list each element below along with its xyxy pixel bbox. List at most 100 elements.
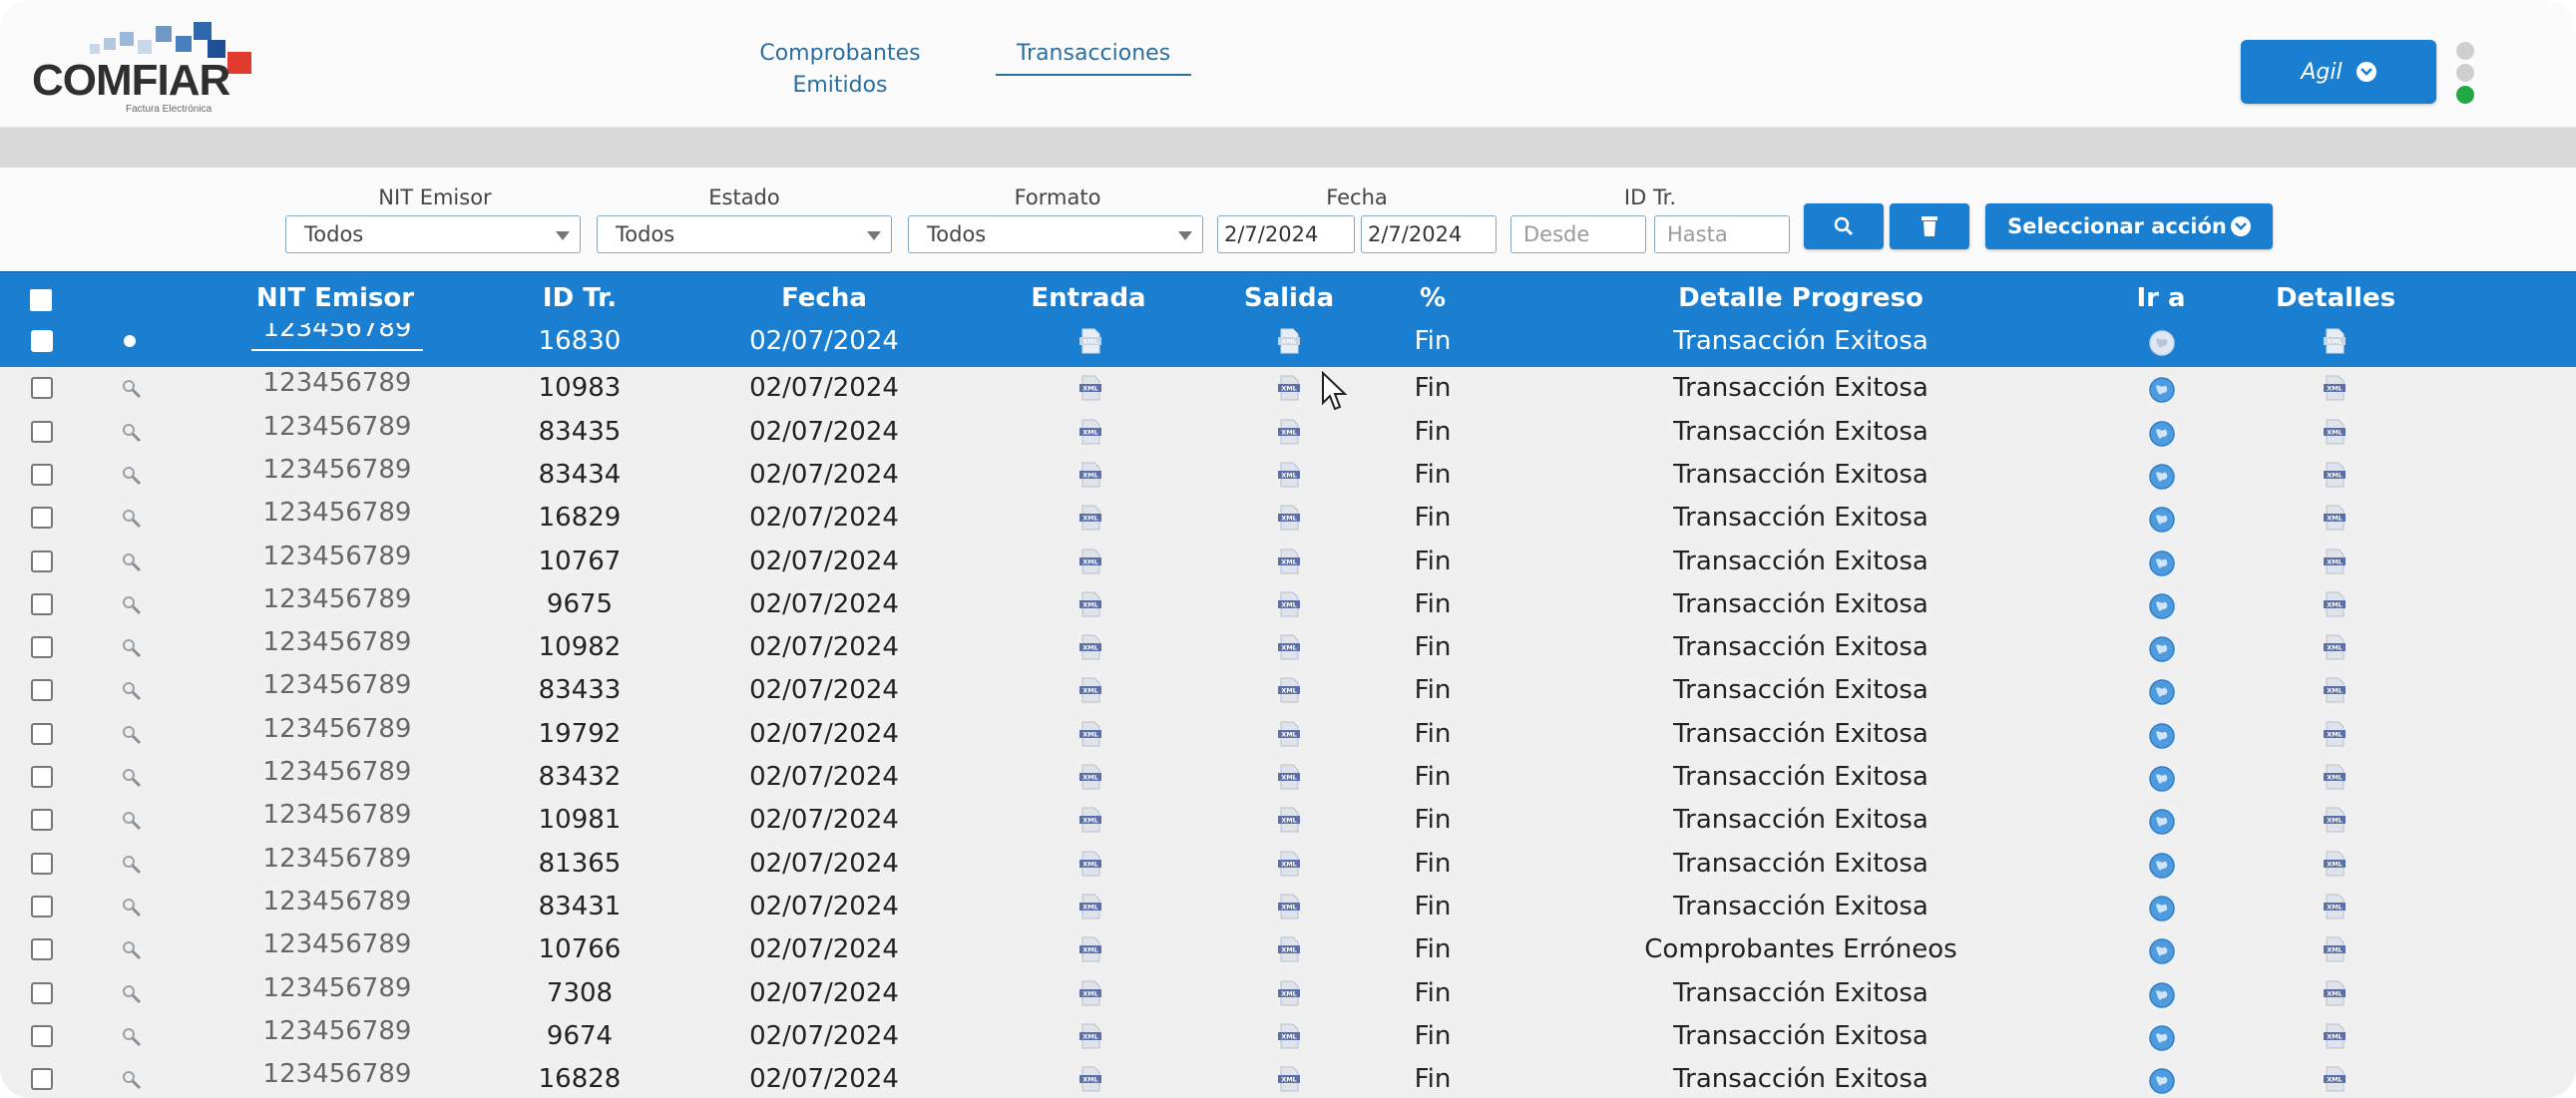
col-id-tr[interactable]: ID Tr.: [515, 272, 644, 324]
detalles-xml-icon[interactable]: XML: [2322, 677, 2348, 703]
idtr-desde-input[interactable]: Desde: [1510, 215, 1646, 253]
table-row[interactable]: 123456789 16830 02/07/2024 XML XML Fin T…: [0, 323, 2576, 367]
magnifier-icon[interactable]: [120, 1025, 144, 1049]
fecha-from-input[interactable]: 2/7/2024: [1217, 215, 1355, 253]
entrada-xml-icon[interactable]: XML: [1077, 462, 1103, 488]
formato-select[interactable]: Todos: [908, 215, 1203, 253]
entrada-xml-icon[interactable]: XML: [1077, 375, 1103, 401]
col-nit-emisor[interactable]: NIT Emisor: [235, 272, 435, 324]
salida-xml-icon[interactable]: XML: [1276, 505, 1302, 531]
magnifier-icon[interactable]: [120, 377, 144, 401]
detalles-xml-icon[interactable]: XML: [2322, 591, 2348, 617]
entrada-xml-icon[interactable]: XML: [1077, 980, 1103, 1006]
salida-xml-icon[interactable]: XML: [1276, 764, 1302, 790]
table-row[interactable]: 123456789 16828 02/07/2024 XML XML Fin T…: [0, 1057, 2576, 1098]
salida-xml-icon[interactable]: XML: [1276, 1066, 1302, 1092]
entrada-xml-icon[interactable]: XML: [1077, 936, 1103, 962]
entrada-xml-icon[interactable]: XML: [1077, 505, 1103, 531]
magnifier-icon[interactable]: [120, 896, 144, 919]
entrada-xml-icon[interactable]: XML: [1077, 549, 1103, 574]
row-checkbox[interactable]: [31, 1068, 53, 1091]
row-checkbox[interactable]: [31, 938, 53, 961]
row-checkbox[interactable]: [31, 377, 53, 400]
salida-xml-icon[interactable]: XML: [1276, 634, 1302, 660]
detalles-xml-icon[interactable]: XML: [2322, 764, 2348, 790]
entrada-xml-icon[interactable]: XML: [1077, 851, 1103, 877]
table-row[interactable]: 123456789 19792 02/07/2024 XML XML Fin T…: [0, 712, 2576, 756]
salida-xml-icon[interactable]: XML: [1276, 894, 1302, 919]
table-row[interactable]: 123456789 10766 02/07/2024 XML XML Fin C…: [0, 927, 2576, 971]
entrada-xml-icon[interactable]: XML: [1077, 1023, 1103, 1049]
salida-xml-icon[interactable]: XML: [1276, 462, 1302, 488]
magnifier-icon[interactable]: [120, 809, 144, 833]
row-checkbox[interactable]: [31, 895, 53, 917]
salida-xml-icon[interactable]: XML: [1276, 980, 1302, 1006]
table-row[interactable]: 123456789 10767 02/07/2024 XML XML Fin T…: [0, 540, 2576, 583]
row-checkbox[interactable]: [31, 852, 53, 875]
globe-icon[interactable]: [2148, 635, 2176, 663]
salida-xml-icon[interactable]: XML: [1276, 851, 1302, 877]
table-row[interactable]: 123456789 10983 02/07/2024 XML XML Fin T…: [0, 366, 2576, 410]
entrada-xml-icon[interactable]: XML: [1077, 721, 1103, 747]
user-menu-button[interactable]: Agil: [2241, 40, 2436, 104]
detalles-xml-icon[interactable]: XML: [2322, 505, 2348, 531]
row-checkbox[interactable]: [31, 679, 53, 702]
globe-icon[interactable]: [2148, 852, 2176, 880]
table-row[interactable]: 123456789 9674 02/07/2024 XML XML Fin Tr…: [0, 1014, 2576, 1058]
globe-icon[interactable]: [2148, 463, 2176, 491]
magnifier-icon[interactable]: [120, 938, 144, 962]
idtr-hasta-input[interactable]: Hasta: [1654, 215, 1790, 253]
detalles-xml-icon[interactable]: XML: [2322, 894, 2348, 919]
magnifier-icon[interactable]: [120, 723, 144, 747]
table-row[interactable]: 123456789 83432 02/07/2024 XML XML Fin T…: [0, 755, 2576, 799]
row-checkbox[interactable]: [31, 592, 53, 615]
salida-xml-icon[interactable]: XML: [1276, 677, 1302, 703]
detalles-xml-icon[interactable]: XML: [2322, 549, 2348, 574]
clear-filters-button[interactable]: [1890, 203, 1969, 249]
entrada-xml-icon[interactable]: XML: [1077, 1066, 1103, 1092]
detalles-xml-icon[interactable]: XML: [2322, 375, 2348, 401]
globe-icon[interactable]: [2148, 420, 2176, 448]
entrada-xml-icon[interactable]: XML: [1077, 419, 1103, 445]
globe-icon[interactable]: [2148, 1024, 2176, 1052]
magnifier-icon[interactable]: [120, 982, 144, 1006]
salida-xml-icon[interactable]: XML: [1276, 936, 1302, 962]
detalles-xml-icon[interactable]: XML: [2322, 1066, 2348, 1092]
salida-xml-icon[interactable]: XML: [1276, 807, 1302, 833]
row-checkbox[interactable]: [31, 507, 53, 530]
row-checkbox[interactable]: [31, 636, 53, 659]
globe-icon[interactable]: [2148, 895, 2176, 922]
table-row[interactable]: 123456789 10982 02/07/2024 XML XML Fin T…: [0, 625, 2576, 669]
tab-comprobantes-emitidos[interactable]: Comprobantes Emitidos: [750, 38, 930, 102]
detalles-xml-icon[interactable]: XML: [2322, 419, 2348, 445]
row-checkbox[interactable]: [31, 722, 53, 745]
tab-transacciones[interactable]: Transacciones: [996, 38, 1191, 76]
globe-icon[interactable]: [2148, 678, 2176, 706]
globe-icon[interactable]: [2148, 506, 2176, 534]
globe-icon[interactable]: [2148, 981, 2176, 1009]
detalles-xml-icon[interactable]: XML: [2322, 807, 2348, 833]
row-checkbox[interactable]: [31, 330, 53, 352]
salida-xml-icon[interactable]: XML: [1276, 419, 1302, 445]
globe-icon[interactable]: [2148, 1067, 2176, 1095]
salida-xml-icon[interactable]: XML: [1276, 375, 1302, 401]
detalles-xml-icon[interactable]: XML: [2322, 721, 2348, 747]
salida-xml-icon[interactable]: XML: [1276, 1023, 1302, 1049]
magnifier-icon[interactable]: [120, 421, 144, 445]
select-all-checkbox[interactable]: [30, 289, 52, 311]
magnifier-icon[interactable]: [120, 679, 144, 703]
entrada-xml-icon[interactable]: XML: [1077, 677, 1103, 703]
table-row[interactable]: 123456789 83431 02/07/2024 XML XML Fin T…: [0, 885, 2576, 928]
magnifier-icon[interactable]: [120, 853, 144, 877]
globe-icon[interactable]: [2148, 376, 2176, 404]
detalles-xml-icon[interactable]: XML: [2322, 851, 2348, 877]
globe-icon[interactable]: [2148, 329, 2176, 357]
globe-icon[interactable]: [2148, 765, 2176, 793]
nit-emisor-select[interactable]: Todos: [285, 215, 581, 253]
row-checkbox[interactable]: [31, 809, 53, 832]
salida-xml-icon[interactable]: XML: [1276, 328, 1302, 354]
table-row[interactable]: 123456789 7308 02/07/2024 XML XML Fin Tr…: [0, 971, 2576, 1015]
magnifier-icon[interactable]: [120, 636, 144, 660]
magnifier-icon[interactable]: [120, 593, 144, 617]
globe-icon[interactable]: [2148, 722, 2176, 750]
